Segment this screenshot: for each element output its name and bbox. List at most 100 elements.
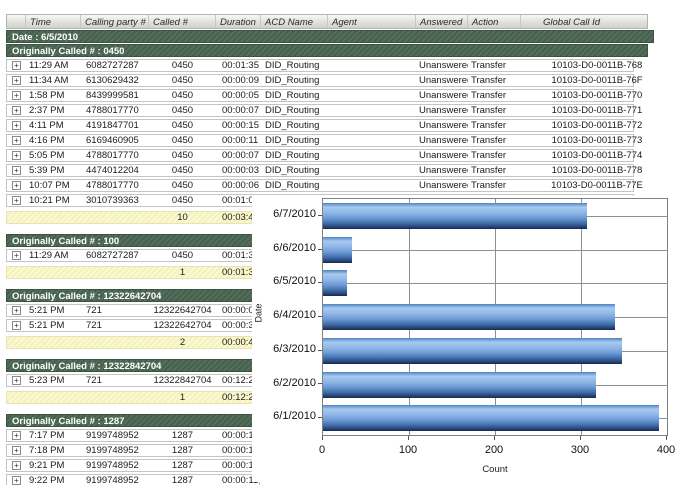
cell-acd_name: DID_Routing (261, 165, 328, 176)
group-summary-row: 200:00:43 (6, 336, 260, 349)
cell-action: Transfer (468, 165, 521, 176)
expand-row-button[interactable]: + (12, 446, 21, 455)
column-header-global-call-id: Global Call Id (521, 15, 647, 28)
cell-answered: Unanswered (416, 105, 468, 116)
table-row: +5:39 PM4474012204045000:00:03DID_Routin… (6, 164, 634, 177)
expand-row-button[interactable]: + (12, 166, 21, 175)
cell-acd_name: DID_Routing (261, 150, 328, 161)
column-header-calling-party-: Calling party # (81, 15, 149, 28)
expand-cell: + (7, 181, 26, 190)
call-group-4: Originally Called # : 1287+7:17 PM919974… (6, 414, 260, 485)
chart-bar-row (323, 368, 667, 402)
cell-action: Transfer (468, 120, 521, 131)
expand-row-button[interactable]: + (12, 431, 21, 440)
expand-row-button[interactable]: + (12, 121, 21, 130)
x-tick-mark (408, 436, 409, 440)
cell-duration: 00:00:09 (216, 75, 261, 86)
expand-row-button[interactable]: + (12, 251, 21, 260)
cell-answered: Unanswered (416, 165, 468, 176)
expand-row-button[interactable]: + (12, 106, 21, 115)
y-tick-mark (318, 215, 322, 216)
chart-bar-row (323, 199, 667, 233)
expand-row-button[interactable]: + (12, 91, 21, 100)
cell-time: 11:34 AM (26, 75, 81, 86)
group-header-title: Originally Called # : 0450 (6, 44, 648, 57)
cell-called: 0450 (149, 150, 216, 161)
cell-called: 1287 (149, 460, 216, 471)
x-tick-mark (580, 436, 581, 440)
expand-row-button[interactable]: + (12, 376, 21, 385)
y-tick-label: 6/3/2010 (254, 333, 316, 367)
cell-action: Transfer (468, 90, 521, 101)
call-group-1: Originally Called # : 100+11:29 AM608272… (6, 234, 260, 279)
x-tick-label: 300 (571, 444, 589, 456)
cell-global_call_id: 10103-D0-0011B-772 (521, 120, 673, 131)
cell-called: 1287 (149, 475, 216, 485)
expand-cell: + (7, 196, 26, 205)
group-header-title: Originally Called # : 12322642704 (6, 289, 260, 302)
x-tick-mark (494, 436, 495, 440)
cell-called: 0450 (149, 75, 216, 86)
table-row: +9:22 PM9199748952128700:00:11 (6, 474, 260, 485)
cell-action: Transfer (468, 105, 521, 116)
group-header-title: Originally Called # : 100 (6, 234, 260, 247)
expand-row-button[interactable]: + (12, 151, 21, 160)
expand-row-button[interactable]: + (12, 136, 21, 145)
cell-global_call_id: 10103-D0-0011B-77E (521, 180, 673, 191)
cell-time: 5:21 PM (26, 320, 81, 331)
cell-duration: 00:00:15 (216, 120, 261, 131)
cell-answered: Unanswered (416, 90, 468, 101)
expand-cell: + (7, 61, 26, 70)
cell-time: 9:21 PM (26, 460, 81, 471)
chart-horizontal-gridline (323, 283, 667, 284)
cell-answered: Unanswered (416, 135, 468, 146)
cell-time: 2:37 PM (26, 105, 81, 116)
expand-row-button[interactable]: + (12, 461, 21, 470)
summary-call-count: 10 (149, 212, 216, 223)
summary-call-count: 2 (149, 337, 216, 348)
group-header-title: Originally Called # : 1287 (6, 414, 260, 427)
expand-row-button[interactable]: + (12, 321, 21, 330)
cell-acd_name: DID_Routing (261, 60, 328, 71)
cell-called: 0450 (149, 250, 216, 261)
cell-called: 0450 (149, 135, 216, 146)
expand-row-button[interactable]: + (12, 76, 21, 85)
y-tick-mark (318, 383, 322, 384)
cell-time: 5:05 PM (26, 150, 81, 161)
cell-called: 0450 (149, 105, 216, 116)
table-row: +11:29 AM6082727287045000:01:35DID_Routi… (6, 59, 634, 72)
expand-row-button[interactable]: + (12, 476, 21, 485)
cell-acd_name: DID_Routing (261, 105, 328, 116)
cell-time: 11:29 AM (26, 250, 81, 261)
expand-row-button[interactable]: + (12, 181, 21, 190)
y-tick-label: 6/1/2010 (254, 400, 316, 434)
table-row: +4:11 PM4191847701045000:00:15DID_Routin… (6, 119, 634, 132)
cell-called: 12322642704 (149, 320, 216, 331)
expand-cell: + (7, 151, 26, 160)
cell-calling_party: 6130629432 (81, 75, 149, 86)
cell-global_call_id: 10103-D0-0011B-770 (521, 90, 673, 101)
table-row: +5:05 PM4788017770045000:00:07DID_Routin… (6, 149, 634, 162)
cell-global_call_id: 10103-D0-0011B-76F (521, 75, 673, 86)
cell-global_call_id: 10103-D0-0011B-771 (521, 105, 673, 116)
expand-cell: + (7, 446, 26, 455)
bar-6-7-2010 (323, 203, 587, 229)
cell-calling_party: 4474012204 (81, 165, 149, 176)
cell-action: Transfer (468, 135, 521, 146)
table-row: +10:07 PM4788017770045000:00:06DID_Routi… (6, 179, 634, 192)
cell-duration: 00:00:07 (216, 105, 261, 116)
x-tick-label: 200 (485, 444, 503, 456)
cell-acd_name: DID_Routing (261, 120, 328, 131)
expand-cell: + (7, 461, 26, 470)
expand-row-button[interactable]: + (12, 306, 21, 315)
expand-row-button[interactable]: + (12, 61, 21, 70)
expand-cell: + (7, 476, 26, 485)
acd-call-report-screen: TimeCalling party #Called #DurationACD N… (0, 0, 676, 485)
expand-row-button[interactable]: + (12, 196, 21, 205)
cell-time: 1:58 PM (26, 90, 81, 101)
cell-acd_name: DID_Routing (261, 180, 328, 191)
bar-6-5-2010 (323, 270, 347, 296)
cell-time: 4:11 PM (26, 120, 81, 131)
cell-action: Transfer (468, 150, 521, 161)
cell-called: 0450 (149, 90, 216, 101)
